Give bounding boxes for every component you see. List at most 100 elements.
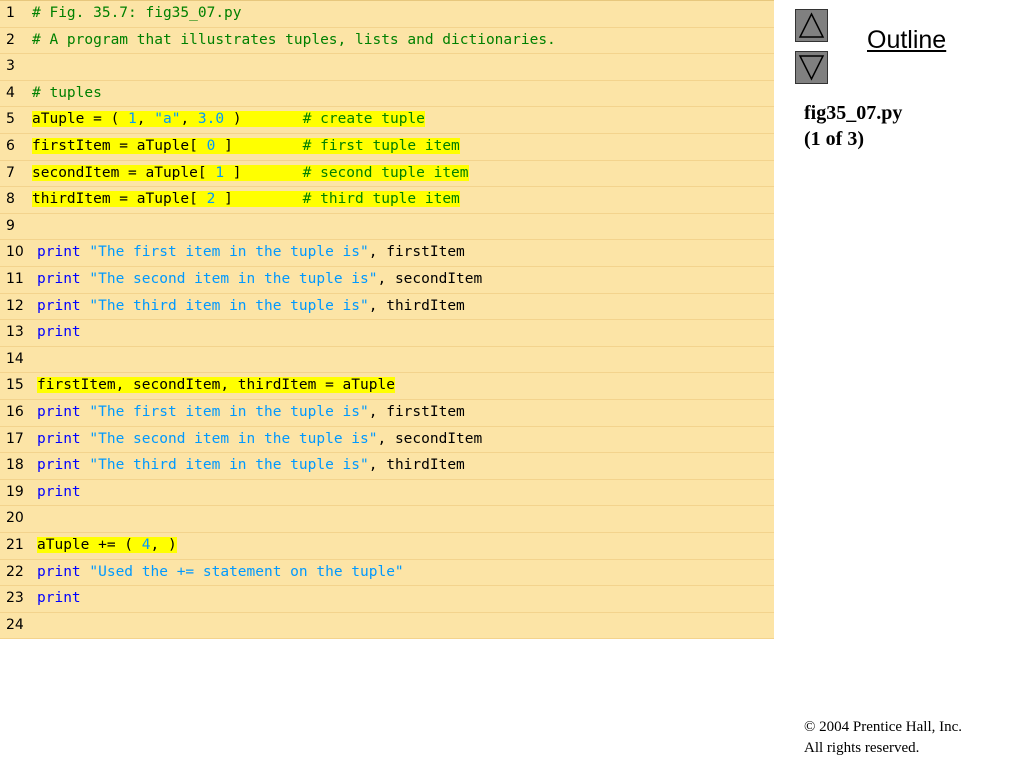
line-number: 21 [6,537,24,553]
line-number: 24 [6,616,24,633]
line-number: 13 [6,324,24,341]
code-token-keyword: print [37,244,81,261]
code-line: 16 print "The first item in the tuple is"… [0,400,774,427]
code-line: 11 print "The second item in the tuple is… [0,267,774,294]
code-token-normal: , thirdItem [368,297,465,314]
line-code: thirdItem = aTuple[ 2 ] # third tuple it… [32,188,460,210]
line-number: 22 [6,563,24,580]
code-token-normal: , firstItem [368,244,465,261]
line-code: print [37,321,81,343]
code-line: 10 print "The first item in the tuple is"… [0,240,774,267]
code-line: 5 aTuple = ( 1, "a", 3.0 ) # create tuple [0,107,774,134]
code-token-keyword: print [37,563,81,580]
code-token-keyword: print [37,590,81,607]
code-line: 23 print [0,586,774,613]
line-code: aTuple = ( 1, "a", 3.0 ) # create tuple [32,108,425,130]
code-token-keyword: print [37,457,81,474]
outline-link[interactable]: Outline [867,26,946,55]
rights-line: All rights reserved. [804,740,920,756]
line-number: 4 [6,84,15,101]
line-number: 16 [6,404,24,420]
line-number: 9 [6,217,15,234]
code-token-comment: # second tuple item [302,164,469,181]
line-number: 6 [6,138,15,154]
line-code: # A program that illustrates tuples, lis… [32,29,556,51]
code-line: 19 print [0,480,774,507]
line-code: firstItem = aTuple[ 0 ] # first tuple it… [32,135,460,157]
code-token-keyword: print [37,297,81,314]
code-token-string: "The third item in the tuple is" [89,297,369,314]
code-line: 18 print "The third item in the tuple is"… [0,453,774,480]
code-line: 17 print "The second item in the tuple is… [0,427,774,454]
code-token-string: "The second item in the tuple is" [89,430,378,447]
code-token-normal: , secondItem [377,430,483,447]
line-number: 20 [6,510,24,527]
code-token-normal: , firstItem [368,404,465,420]
line-code: secondItem = aTuple[ 1 ] # second tuple … [32,162,469,184]
code-line: 9 [0,214,774,241]
code-token-number: 1 [215,164,225,181]
code-line: 7 secondItem = aTuple[ 1 ] # second tuple… [0,161,774,188]
code-token-normal: , ) [150,537,177,553]
code-token-comment: # first tuple item [302,138,460,154]
code-token-comment: # Fig. 35.7: fig35_07.py [32,5,242,21]
code-token-keyword: print [37,430,81,447]
line-number: 18 [6,457,24,474]
line-number: 19 [6,483,24,500]
code-token-normal: aTuple = ( [32,111,129,128]
code-token-normal: secondItem = aTuple[ [32,164,216,181]
code-line: 1 # Fig. 35.7: fig35_07.py [0,1,774,28]
code-token-string: "The first item in the tuple is" [89,244,369,261]
line-number: 12 [6,297,24,314]
line-number: 2 [6,31,15,48]
code-token-string: "Used the += statement on the tuple" [89,563,404,580]
code-token-normal: firstItem = aTuple[ [32,138,207,154]
line-number: 10 [6,244,24,261]
code-line: 12 print "The third item in the tuple is"… [0,294,774,321]
copyright-notice: © 2004 Prentice Hall, Inc. All rights re… [804,717,962,759]
code-token-normal: thirdItem = aTuple[ [32,191,207,208]
next-slide-button[interactable] [795,51,828,84]
file-title: fig35_07.py (1 of 3) [804,100,902,152]
code-token-normal: ] [215,138,303,154]
line-code: print "The second item in the tuple is",… [37,428,482,450]
line-number: 11 [6,271,24,287]
line-number: 3 [6,58,15,75]
line-code: # Fig. 35.7: fig35_07.py [32,2,242,24]
code-line: 15 firstItem, secondItem, thirdItem = aTu… [0,373,774,400]
line-code: print "Used the += statement on the tupl… [37,561,404,583]
up-triangle-icon [798,12,825,38]
code-listing-panel: 1 # Fig. 35.7: fig35_07.py 2 # A program th… [0,0,774,640]
down-triangle-icon [798,55,825,81]
code-token-number: 3.0 [197,111,225,128]
line-code: print "The first item in the tuple is", … [37,401,465,423]
line-number: 15 [6,377,24,394]
file-name: fig35_07.py [804,102,903,124]
code-line: 21 aTuple += ( 4, ) [0,533,774,560]
line-code: print [37,587,81,609]
code-token-string: "The third item in the tuple is" [89,457,369,474]
code-line: 4 # tuples [0,81,774,108]
code-line: 2 # A program that illustrates tuples, li… [0,28,774,55]
code-token-normal: , secondItem [377,271,483,287]
line-code: aTuple += ( 4, ) [37,534,177,556]
line-number: 17 [6,430,24,447]
line-code: print "The first item in the tuple is", … [37,241,465,263]
line-code: print "The third item in the tuple is", … [37,295,465,317]
line-number: 23 [6,590,24,607]
code-token-normal: , [136,111,155,128]
line-code: print [37,481,81,503]
previous-slide-button[interactable] [795,9,828,42]
code-token-normal: ] [215,191,303,208]
code-token-normal: , thirdItem [368,457,465,474]
code-line: 14 [0,347,774,374]
code-line: 22 print "Used the += statement on the tu… [0,560,774,587]
code-line: 24 [0,613,774,640]
line-code: print "The second item in the tuple is",… [37,268,482,290]
line-code: print "The third item in the tuple is", … [37,454,465,476]
code-token-normal: , [180,111,198,128]
copyright-line: 2004 Prentice Hall, Inc. [815,719,963,735]
page-indicator: (1 of 3) [804,128,864,150]
line-number: 14 [6,350,24,367]
code-token-number: 4 [141,537,151,553]
